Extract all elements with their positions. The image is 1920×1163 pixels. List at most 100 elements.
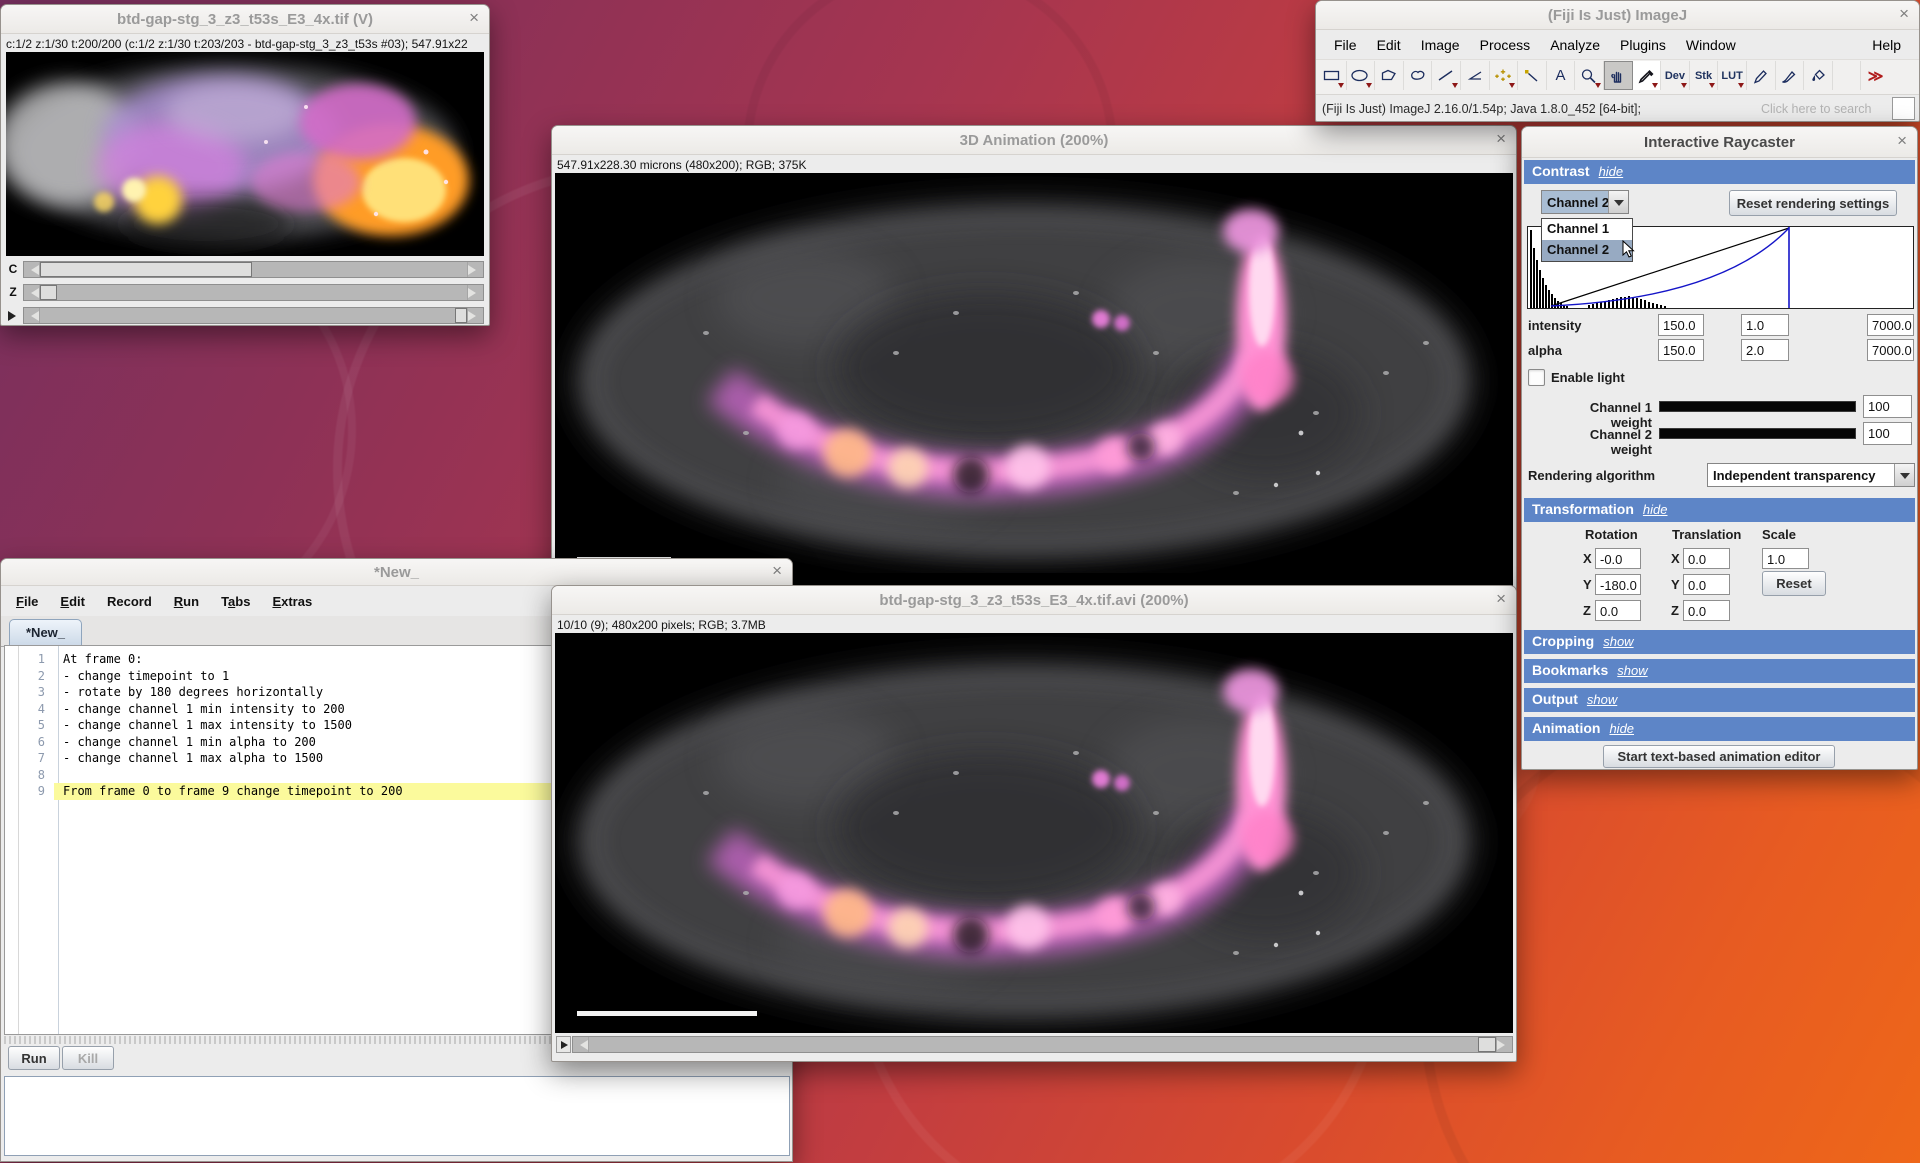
rendering-algorithm-select[interactable]: Independent transparency — [1707, 463, 1915, 487]
channel2-weight-field[interactable]: 100 — [1863, 422, 1912, 445]
menu-file[interactable]: File — [1324, 33, 1367, 57]
scale-field[interactable]: 1.0 — [1762, 548, 1809, 569]
editor-menu-tabs[interactable]: Tabs — [210, 589, 261, 614]
intensity-max-field[interactable]: 7000.0 — [1867, 314, 1914, 336]
menu-analyze[interactable]: Analyze — [1540, 33, 1610, 57]
tool-pencil[interactable] — [1747, 61, 1776, 90]
scroll-left-arrow[interactable] — [573, 1037, 589, 1052]
tool-flood-fill[interactable] — [1804, 61, 1833, 90]
avi-canvas[interactable] — [555, 633, 1513, 1033]
alpha-min-field[interactable]: 150.0 — [1658, 339, 1704, 361]
chevron-down-icon[interactable] — [1608, 191, 1628, 213]
channel-select[interactable]: Channel 2 — [1541, 190, 1629, 214]
animation-hide-link[interactable]: hide — [1609, 721, 1634, 736]
tool-angle[interactable] — [1461, 61, 1490, 90]
cropping-show-link[interactable]: show — [1603, 634, 1633, 649]
editor-menu-record[interactable]: Record — [96, 589, 163, 614]
channel-scrollbar[interactable] — [23, 261, 484, 278]
tool-point[interactable] — [1490, 61, 1519, 90]
scroll-thumb[interactable] — [40, 285, 57, 300]
close-icon[interactable]: × — [1496, 590, 1506, 608]
contrast-hide-link[interactable]: hide — [1599, 164, 1624, 179]
tif-titlebar[interactable]: btd-gap-stg_3_z3_t53s_E3_4x.tif (V) × — [1, 5, 489, 34]
bookmarks-show-link[interactable]: show — [1617, 663, 1647, 678]
transformation-reset-button[interactable]: Reset — [1762, 571, 1826, 596]
channel-option-1[interactable]: Channel 1 — [1542, 219, 1632, 240]
tool-color-picker[interactable] — [1633, 61, 1662, 90]
editor-tab-new[interactable]: *New_ — [9, 619, 82, 646]
raycaster-titlebar[interactable]: Interactive Raycaster × — [1522, 127, 1917, 158]
editor-output-area[interactable] — [4, 1076, 790, 1156]
tool-line[interactable] — [1432, 61, 1461, 90]
chevron-down-icon[interactable] — [1894, 464, 1914, 486]
imagej-titlebar[interactable]: (Fiji Is Just) ImageJ × — [1316, 1, 1919, 30]
tool-freehand[interactable] — [1404, 61, 1433, 90]
intensity-gamma-field[interactable]: 1.0 — [1741, 314, 1789, 336]
channel1-weight-slider[interactable] — [1659, 401, 1856, 412]
close-icon[interactable]: × — [1496, 130, 1506, 148]
enable-light-checkbox[interactable] — [1528, 369, 1545, 386]
z-scrollbar[interactable] — [23, 284, 484, 301]
scroll-left-arrow[interactable] — [24, 262, 40, 277]
tool-text[interactable]: A — [1547, 61, 1576, 90]
tool-empty-slot[interactable] — [1833, 61, 1862, 90]
scroll-left-arrow[interactable] — [24, 308, 40, 323]
transformation-hide-link[interactable]: hide — [1643, 502, 1668, 517]
channel-option-2[interactable]: Channel 2 — [1542, 240, 1632, 261]
avi-titlebar[interactable]: btd-gap-stg_3_z3_t53s_E3_4x.tif.avi (200… — [552, 586, 1516, 615]
scroll-right-arrow[interactable] — [467, 262, 483, 277]
scroll-left-arrow[interactable] — [24, 285, 40, 300]
kill-button[interactable]: Kill — [62, 1046, 114, 1070]
search-input[interactable]: Click here to search — [1761, 102, 1871, 116]
tool-stk[interactable]: Stk — [1690, 61, 1719, 90]
close-icon[interactable]: × — [772, 562, 782, 580]
tool-more-tools[interactable]: ≫ — [1861, 61, 1890, 90]
output-show-link[interactable]: show — [1587, 692, 1617, 707]
3d-animation-canvas[interactable] — [555, 173, 1513, 587]
rotation-z-field[interactable]: 0.0 — [1595, 600, 1641, 621]
menu-plugins[interactable]: Plugins — [1610, 33, 1676, 57]
translation-y-field[interactable]: 0.0 — [1683, 574, 1730, 595]
rotation-y-field[interactable]: -180.0 — [1595, 574, 1641, 595]
editor-menu-file[interactable]: File — [5, 589, 49, 614]
menu-process[interactable]: Process — [1470, 33, 1541, 57]
search-icon-box[interactable] — [1892, 97, 1915, 120]
start-animation-editor-button[interactable]: Start text-based animation editor — [1603, 745, 1835, 768]
close-icon[interactable]: × — [469, 9, 479, 27]
translation-x-field[interactable]: 0.0 — [1683, 548, 1730, 569]
tool-lut[interactable]: LUT — [1718, 61, 1747, 90]
translation-z-field[interactable]: 0.0 — [1683, 600, 1730, 621]
tif-canvas[interactable] — [6, 52, 484, 256]
close-icon[interactable]: × — [1897, 132, 1907, 150]
alpha-max-field[interactable]: 7000.0 — [1867, 339, 1914, 361]
tool-magnifier[interactable] — [1575, 61, 1604, 90]
reset-rendering-button[interactable]: Reset rendering settings — [1729, 190, 1897, 216]
run-button[interactable]: Run — [8, 1046, 60, 1070]
scroll-thumb[interactable] — [40, 262, 252, 277]
close-icon[interactable]: × — [1899, 5, 1909, 23]
tool-dev[interactable]: Dev — [1661, 61, 1690, 90]
menu-image[interactable]: Image — [1411, 33, 1470, 57]
menu-help[interactable]: Help — [1862, 33, 1911, 57]
channel1-weight-field[interactable]: 100 — [1863, 395, 1912, 418]
time-play-icon[interactable] — [8, 311, 16, 321]
editor-menu-run[interactable]: Run — [163, 589, 210, 614]
editor-titlebar[interactable]: *New_ × — [1, 559, 792, 586]
menu-edit[interactable]: Edit — [1367, 33, 1411, 57]
scroll-right-arrow[interactable] — [467, 308, 483, 323]
avi-play-button[interactable] — [556, 1036, 571, 1053]
time-scrollbar[interactable] — [23, 307, 484, 324]
scroll-thumb[interactable] — [455, 308, 467, 323]
scroll-right-arrow[interactable] — [1496, 1037, 1512, 1052]
tool-hand[interactable] — [1604, 61, 1633, 90]
editor-menu-edit[interactable]: Edit — [49, 589, 96, 614]
intensity-min-field[interactable]: 150.0 — [1658, 314, 1704, 336]
rotation-x-field[interactable]: -0.0 — [1595, 548, 1641, 569]
scroll-thumb[interactable] — [1478, 1037, 1496, 1052]
editor-menu-extras[interactable]: Extras — [261, 589, 323, 614]
tool-brush[interactable] — [1776, 61, 1805, 90]
scroll-right-arrow[interactable] — [467, 285, 483, 300]
menu-window[interactable]: Window — [1676, 33, 1746, 57]
tool-rectangle[interactable] — [1318, 61, 1347, 90]
channel2-weight-slider[interactable] — [1659, 428, 1856, 439]
